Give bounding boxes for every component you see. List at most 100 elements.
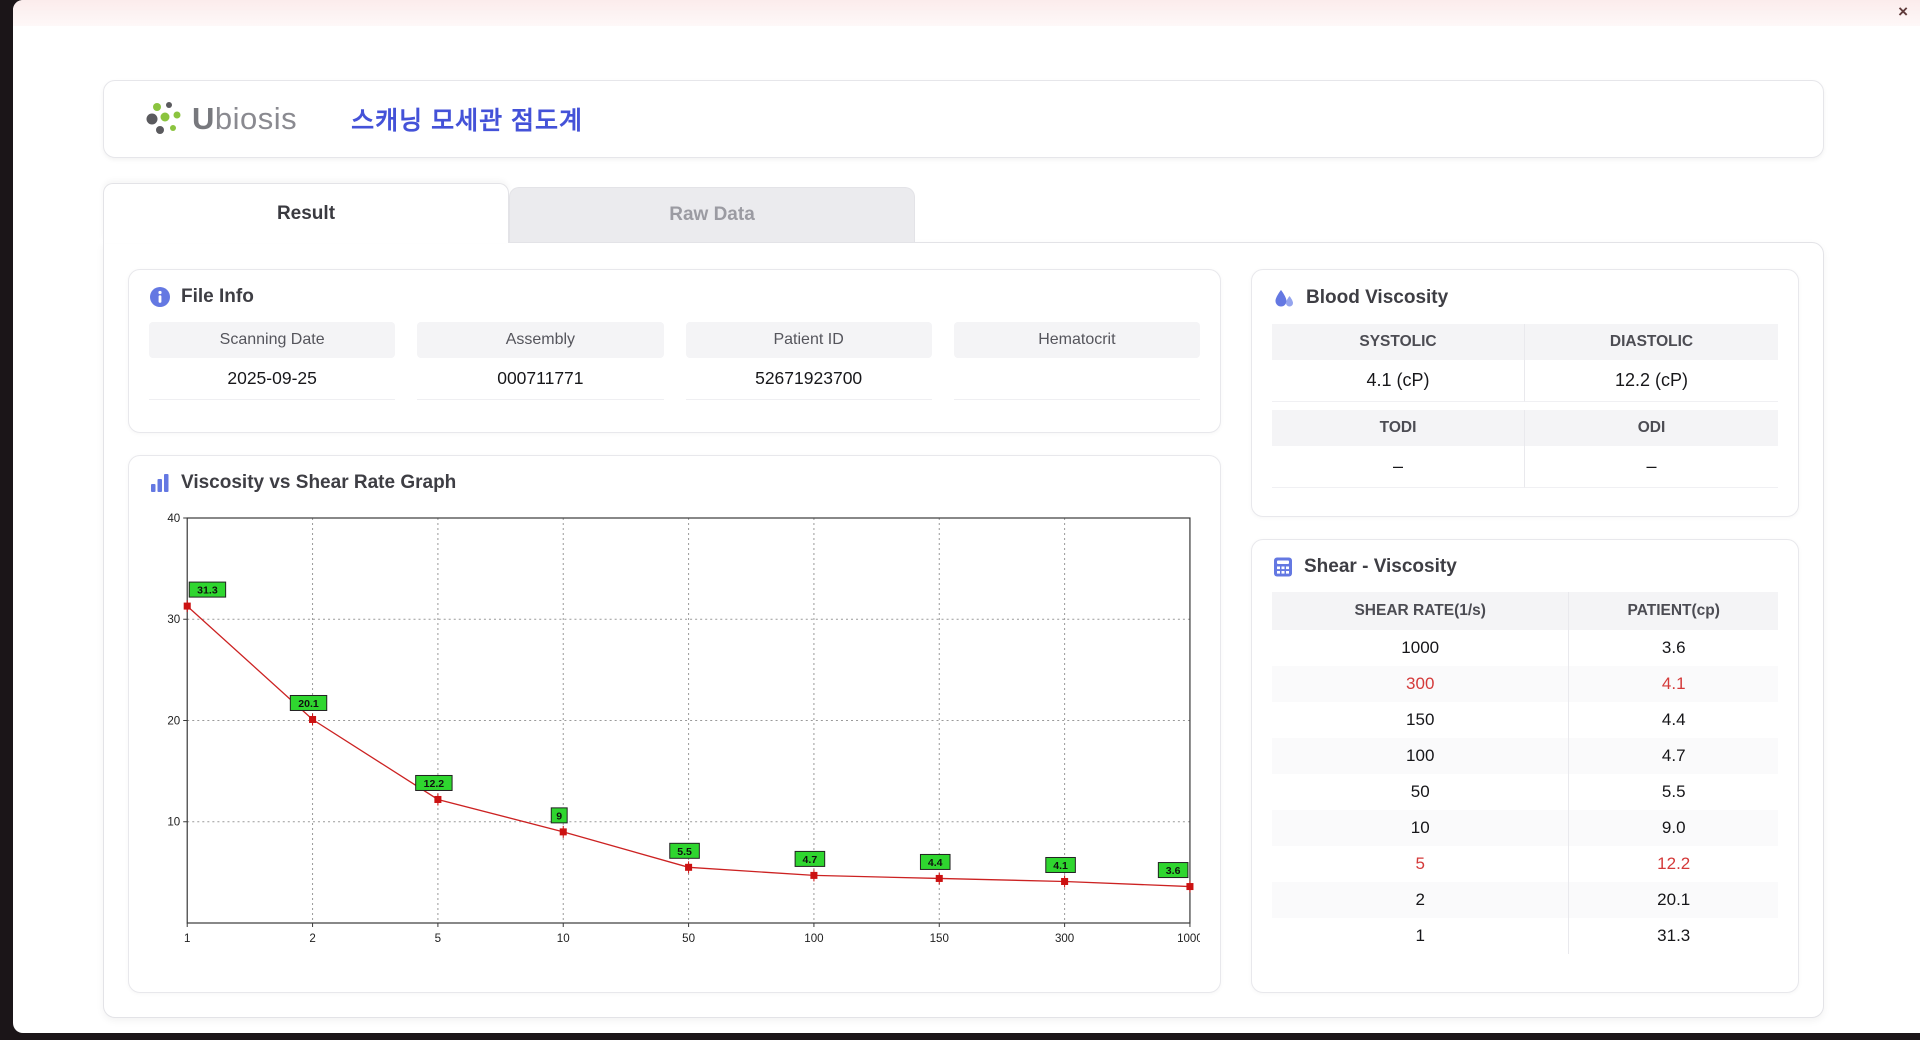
patient-cell: 9.0 xyxy=(1568,810,1778,846)
shear-rate-cell: 2 xyxy=(1272,882,1570,918)
table-row: 10 9.0 xyxy=(1272,810,1778,846)
patient-cell: 4.1 xyxy=(1568,666,1778,702)
file-info-card: File Info Scanning Date 2025-09-25 Assembl… xyxy=(128,269,1221,433)
field-value: 52671923700 xyxy=(685,358,932,400)
shear-rate-cell: 10 xyxy=(1272,810,1570,846)
table-row: 1 31.3 xyxy=(1272,918,1778,954)
svg-text:40: 40 xyxy=(167,513,180,525)
field-label: Scanning Date xyxy=(149,322,396,358)
patient-cell: 4.4 xyxy=(1661,710,1686,729)
field-value xyxy=(953,358,1200,400)
shear-viscosity-card: Shear - Viscosity SHEAR RATE(1/s) PATIEN… xyxy=(1251,539,1799,993)
table-row: 2 20.1 xyxy=(1272,882,1778,918)
svg-text:1000: 1000 xyxy=(1177,933,1200,945)
bar-chart-icon xyxy=(151,474,169,492)
shear-rate-cell: 5 xyxy=(1272,846,1570,882)
field-label: Assembly xyxy=(417,322,664,358)
tab-raw-data[interactable]: Raw Data xyxy=(509,187,915,242)
svg-text:100: 100 xyxy=(804,933,823,945)
info-icon xyxy=(150,287,170,307)
table-row: 50 5.5 xyxy=(1272,774,1778,810)
svg-text:1: 1 xyxy=(184,933,190,945)
shear-table-body: 1000 3.6 300 4.1 150 4.4 100 4.7 50 5.5 10 9.0 5 12.2… xyxy=(1272,630,1778,954)
ubiosis-logo: Ubiosis xyxy=(144,99,297,139)
blood-viscosity-card: Blood Viscosity SYSTOLIC DIASTOLIC 4.1 (… xyxy=(1251,269,1799,517)
shear-viscosity-table: SHEAR RATE(1/s) PATIENT(cp) 1000 3.6 300 4.… xyxy=(1272,592,1778,954)
todi-label: TODI xyxy=(1272,410,1525,446)
field-value: 000711771 xyxy=(417,358,664,400)
window-close-button[interactable]: × xyxy=(1898,3,1908,20)
svg-text:9: 9 xyxy=(556,810,562,822)
svg-text:10: 10 xyxy=(167,817,180,829)
shear-rate-cell: 150 xyxy=(1272,702,1570,738)
shear-rate-cell: 300 xyxy=(1272,666,1570,702)
viscosity-shear-line-chart: 10 20 30 40 1 2 5 10 50 100 150 300 1000 31.3 20.1 12.2… xyxy=(167,513,1200,945)
patient-cell: 5.5 xyxy=(1661,782,1686,801)
blood-viscosity-title: Blood Viscosity xyxy=(1306,287,1449,308)
svg-text:50: 50 xyxy=(682,933,695,945)
field-label: Hematocrit xyxy=(953,322,1200,358)
file-info-field: Hematocrit xyxy=(953,322,1200,400)
table-row: 150 4.4 xyxy=(1272,702,1778,738)
shear-viscosity-title-row: Shear - Viscosity xyxy=(1272,556,1778,578)
odi-label: ODI xyxy=(1525,410,1778,446)
col-patient: PATIENT(cp) xyxy=(1568,592,1778,630)
shear-rate-cell: 1000 xyxy=(1272,630,1570,666)
svg-text:150: 150 xyxy=(930,933,949,945)
file-info-field: Scanning Date 2025-09-25 xyxy=(149,322,396,400)
table-row: 5 12.2 xyxy=(1272,846,1778,882)
file-info-field: Assembly 000711771 xyxy=(417,322,664,400)
viscosity-chart: 10 20 30 40 1 2 5 10 50 100 150 300 1000 31.3 20.1 12.2… xyxy=(149,508,1200,970)
table-row: 300 4.1 xyxy=(1272,666,1778,702)
svg-text:12.2: 12.2 xyxy=(424,778,445,790)
leaf-dots-icon xyxy=(146,102,181,134)
col-shear-rate: SHEAR RATE(1/s) xyxy=(1272,592,1570,630)
table-header-row: SHEAR RATE(1/s) PATIENT(cp) xyxy=(1272,592,1778,630)
shear-rate-cell: 1 xyxy=(1272,918,1570,954)
tab-bar: Result Raw Data xyxy=(103,183,1824,243)
odi-value: – xyxy=(1525,446,1778,488)
app-window: × Ubiosis 스캐닝 모세관 점도계 Result Raw Data Fi… xyxy=(13,0,1920,1033)
field-label: Patient ID xyxy=(685,322,932,358)
app-header: Ubiosis 스캐닝 모세관 점도계 xyxy=(103,80,1824,158)
systolic-label: SYSTOLIC xyxy=(1272,324,1525,360)
table-row: 1000 3.6 xyxy=(1272,630,1778,666)
todi-value: – xyxy=(1272,446,1525,488)
shear-rate-cell: 100 xyxy=(1272,738,1570,774)
graph-title-row: Viscosity vs Shear Rate Graph xyxy=(149,472,1200,494)
svg-text:20: 20 xyxy=(167,716,180,728)
field-value: 2025-09-25 xyxy=(149,358,396,400)
app-body: Ubiosis 스캐닝 모세관 점도계 Result Raw Data File xyxy=(13,26,1920,1018)
systolic-value: 4.1 (cP) xyxy=(1272,360,1525,402)
patient-cell: 20.1 xyxy=(1568,882,1778,918)
graph-card: Viscosity vs Shear Rate Graph 10 20 30 40 1 2… xyxy=(128,455,1221,993)
patient-cell: 12.2 xyxy=(1657,854,1691,873)
svg-text:31.3: 31.3 xyxy=(197,585,218,597)
brand-text: Ubiosis xyxy=(192,101,298,136)
blood-viscosity-title-row: Blood Viscosity xyxy=(1272,286,1778,310)
svg-text:5.5: 5.5 xyxy=(677,846,692,858)
svg-text:5: 5 xyxy=(435,933,441,945)
graph-title: Viscosity vs Shear Rate Graph xyxy=(181,472,457,493)
droplets-icon xyxy=(1275,290,1293,307)
app-title: 스캐닝 모세관 점도계 xyxy=(351,107,584,135)
content-panel: File Info Scanning Date 2025-09-25 Assembl… xyxy=(103,242,1824,1018)
diastolic-label: DIASTOLIC xyxy=(1525,324,1778,360)
calculator-icon xyxy=(1274,557,1292,577)
svg-text:2: 2 xyxy=(309,933,315,945)
shear-rate-cell: 50 xyxy=(1272,774,1570,810)
blood-viscosity-grid-2: TODI ODI – – xyxy=(1272,410,1778,488)
svg-text:4.7: 4.7 xyxy=(803,854,818,866)
left-column: File Info Scanning Date 2025-09-25 Assembl… xyxy=(128,269,1221,993)
shear-viscosity-title: Shear - Viscosity xyxy=(1304,556,1457,577)
patient-cell: 3.6 xyxy=(1661,638,1686,657)
diastolic-value: 12.2 (cP) xyxy=(1525,360,1778,402)
patient-cell: 4.7 xyxy=(1568,738,1778,774)
file-info-title: File Info xyxy=(181,286,254,307)
svg-text:4.4: 4.4 xyxy=(928,857,943,869)
svg-text:300: 300 xyxy=(1055,933,1074,945)
tab-result[interactable]: Result xyxy=(103,183,509,243)
svg-text:10: 10 xyxy=(557,933,570,945)
file-info-field: Patient ID 52671923700 xyxy=(685,322,932,400)
table-row: 100 4.7 xyxy=(1272,738,1778,774)
